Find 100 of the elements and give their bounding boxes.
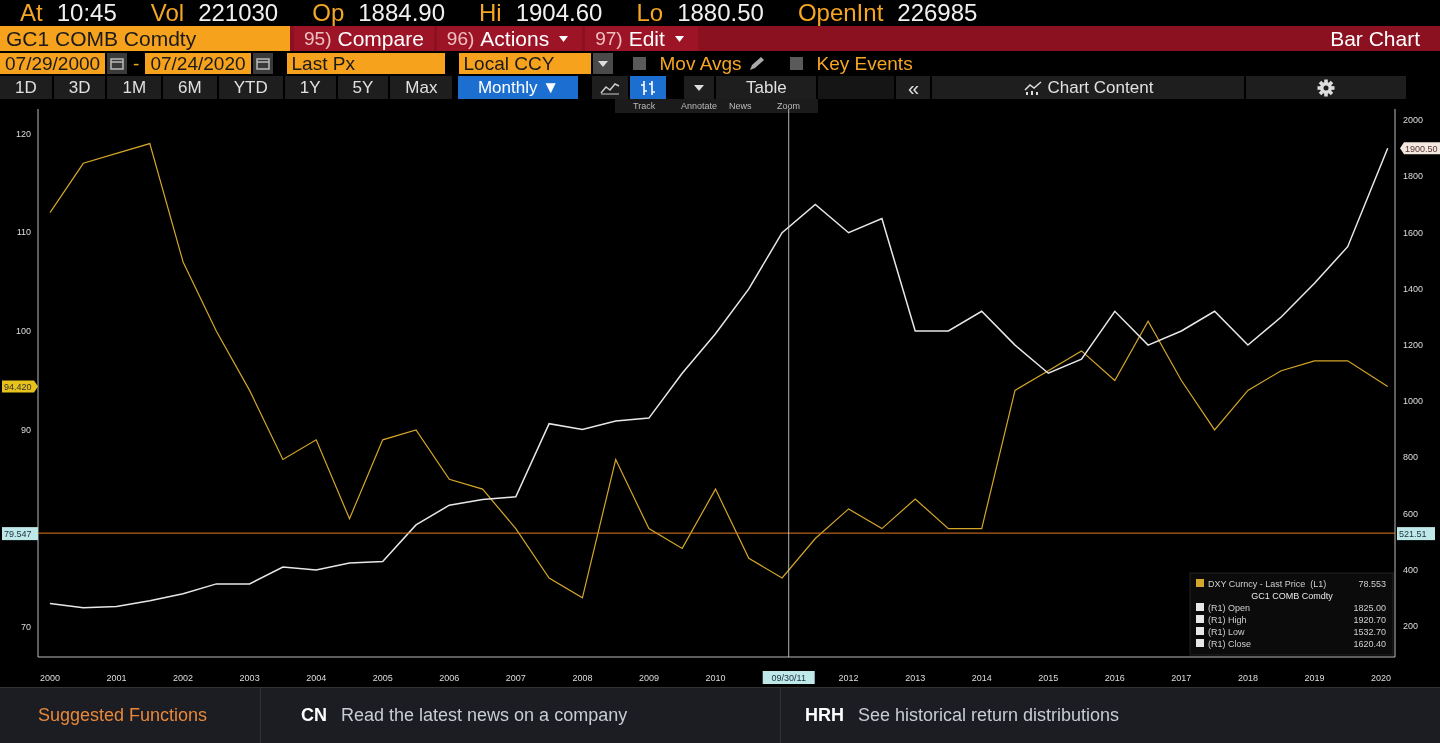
x-tick-label: 2008 xyxy=(572,673,593,683)
y-tick-label: 70 xyxy=(21,622,31,633)
y-tick-label: 1600 xyxy=(1403,227,1424,238)
legend-value: 1620.40 xyxy=(1353,639,1386,649)
x-tick-label: 2000 xyxy=(39,673,60,683)
y-tick-label: 90 xyxy=(21,424,31,435)
frequency-dropdown[interactable]: Monthly ▼ xyxy=(458,76,579,99)
x-tick-label: 2015 xyxy=(1038,673,1059,683)
chart-tool[interactable]: Zoom xyxy=(777,101,800,111)
y-value-label: 79.547 xyxy=(2,527,38,541)
y-tick-label: 1000 xyxy=(1403,396,1424,407)
quote-label: Op xyxy=(312,0,345,27)
last-value-label: 1900.50 xyxy=(1400,142,1440,155)
start-date-field[interactable]: 07/29/2000 xyxy=(0,53,106,74)
period-button[interactable]: 1Y xyxy=(284,76,336,99)
caret-icon xyxy=(674,35,684,42)
chart-tool[interactable]: News xyxy=(729,101,752,111)
last-value-label: 94.420 xyxy=(2,380,38,393)
settings-icon[interactable] xyxy=(1246,76,1407,99)
caret-icon xyxy=(559,35,569,42)
bar-chart-icon[interactable] xyxy=(630,76,667,99)
quote-label: Vol xyxy=(150,0,185,27)
quote-label: At xyxy=(20,0,43,27)
x-tick-label: 2012 xyxy=(838,673,859,683)
function-description[interactable]: Read the latest news on a company xyxy=(341,705,628,726)
collapse-button[interactable]: « xyxy=(896,76,931,99)
menu-button[interactable]: 96) Actions xyxy=(436,26,583,51)
legend-value: 1825.00 xyxy=(1353,603,1386,613)
x-tick-label: 2013 xyxy=(905,673,926,683)
calendar-icon[interactable] xyxy=(252,53,273,74)
quote-value: 1904.60 xyxy=(515,0,603,27)
legend-swatch xyxy=(1196,603,1204,611)
period-button[interactable]: YTD xyxy=(218,76,283,99)
table-button[interactable]: Table xyxy=(716,76,817,99)
legend-swatch xyxy=(1196,639,1204,647)
period-button[interactable]: 3D xyxy=(53,76,106,99)
x-tick-label: 2020 xyxy=(1371,673,1392,683)
end-date-field[interactable]: 07/24/2020 xyxy=(145,53,251,74)
period-button[interactable]: 5Y xyxy=(337,76,389,99)
checkbox[interactable] xyxy=(632,57,646,70)
x-tick-label: 2014 xyxy=(971,673,992,683)
field-select[interactable]: Last Px xyxy=(286,53,445,74)
option-label: Mov Avgs xyxy=(659,52,742,75)
x-tick-label: 2004 xyxy=(306,673,327,683)
function-code[interactable]: HRH xyxy=(805,705,844,726)
menu-button[interactable]: 95) Compare xyxy=(294,26,434,51)
x-tick-label: 2017 xyxy=(1171,673,1192,683)
x-tick-label: 2019 xyxy=(1304,673,1325,683)
x-tick-label: 2002 xyxy=(173,673,194,683)
y-tick-label: 100 xyxy=(15,326,31,337)
chart-tool[interactable]: Track xyxy=(633,101,656,111)
y-tick-label: 2000 xyxy=(1403,115,1424,126)
date-separator: - xyxy=(132,52,141,75)
legend-label: (R1) Open xyxy=(1208,603,1251,613)
x-tick-label: 2006 xyxy=(439,673,460,683)
menu-button[interactable]: 97) Edit xyxy=(585,26,698,51)
x-value-label: 09/30/11 xyxy=(762,671,815,684)
y-tick-label: 120 xyxy=(15,128,31,139)
quote-value: 10:45 xyxy=(56,0,117,27)
y-tick-label: 1800 xyxy=(1403,171,1424,182)
function-description[interactable]: See historical return distributions xyxy=(858,705,1120,726)
legend-label: DXY Curncy - Last Price (L1) xyxy=(1208,579,1327,589)
security-field[interactable]: GC1 COMB Comdty xyxy=(0,26,290,51)
period-button[interactable]: 6M xyxy=(163,76,217,99)
y-tick-label: 1400 xyxy=(1403,283,1424,294)
x-tick-label: 2001 xyxy=(106,673,127,683)
y-tick-label: 110 xyxy=(16,227,31,238)
period-button[interactable]: 1M xyxy=(107,76,162,99)
quote-value: 1880.50 xyxy=(677,0,764,27)
dropdown-caret-icon[interactable] xyxy=(592,53,613,74)
suggested-functions-title: Suggested Functions xyxy=(37,705,209,726)
currency-select[interactable]: Local CCY xyxy=(458,53,591,74)
option-label: Key Events xyxy=(816,52,913,75)
legend-label: (R1) High xyxy=(1208,615,1247,625)
quote-label: Hi xyxy=(479,0,502,27)
chart-title: Bar Chart xyxy=(1330,26,1421,51)
legend-value: 1532.70 xyxy=(1353,627,1386,637)
x-tick-label: 2007 xyxy=(505,673,526,683)
y-tick-label: 800 xyxy=(1403,452,1419,463)
x-tick-label: 2018 xyxy=(1237,673,1258,683)
y-tick-label: 1200 xyxy=(1403,340,1424,351)
chart-icon xyxy=(1023,80,1042,95)
legend-value: 78.553 xyxy=(1358,579,1386,589)
pencil-icon[interactable] xyxy=(747,55,766,72)
y-tick-label: 600 xyxy=(1403,508,1419,519)
dropdown-caret-icon[interactable] xyxy=(684,76,715,99)
y-tick-label: 200 xyxy=(1403,621,1419,632)
legend-label: (R1) Low xyxy=(1208,627,1245,637)
calendar-icon[interactable] xyxy=(107,53,128,74)
period-button[interactable]: Max xyxy=(390,76,453,99)
checkbox[interactable] xyxy=(789,57,803,70)
x-tick-label: 2009 xyxy=(638,673,659,683)
chart-content-button[interactable]: Chart Content xyxy=(932,76,1245,99)
function-code[interactable]: CN xyxy=(301,705,327,726)
x-tick-label: 2016 xyxy=(1104,673,1125,683)
period-button[interactable]: 1D xyxy=(0,76,52,99)
line-chart-icon[interactable] xyxy=(592,76,629,99)
chart-tool[interactable]: Annotate xyxy=(681,101,718,111)
quote-value: 221030 xyxy=(198,0,279,27)
x-tick-label: 2003 xyxy=(239,673,260,683)
